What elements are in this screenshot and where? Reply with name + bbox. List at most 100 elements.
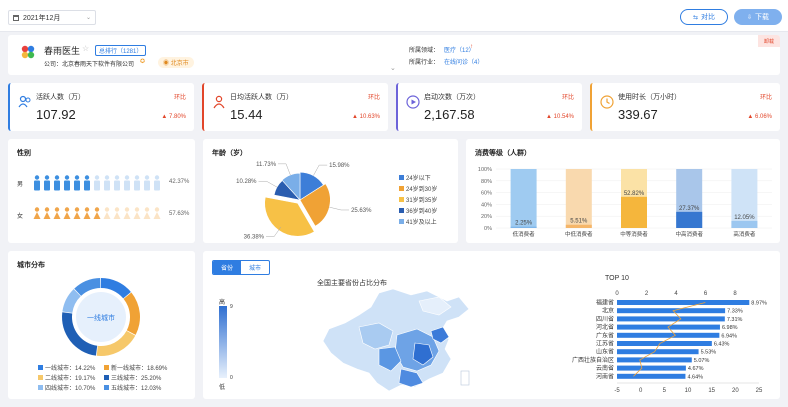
metric-value: 339.67 [618,107,658,122]
person-body [83,212,91,219]
city-legend-item[interactable]: 新一线城市：18.69% [104,363,167,372]
clock-icon [600,95,614,109]
download-button[interactable]: ⇩ 下载 [734,9,782,25]
person-icon [104,175,110,191]
person-head [74,207,80,212]
person-body [103,212,111,219]
legend-swatch [399,208,404,213]
person-head [114,207,120,212]
metric-card-active-users: 活跃人数（万） 107.92 环比 ▲ 7.80% [8,83,194,131]
person-icon [124,175,130,191]
top-axis-tick: 0 [615,291,619,297]
category-label: 河南省 [596,372,614,380]
legend-label: 41岁及以上 [406,220,437,226]
company-badge-icon: ✪ [140,59,146,65]
corner-ribbon: 卸载 [758,35,780,47]
person-body [44,180,50,191]
person-body [43,212,51,219]
legend-label: 新一线城市：18.69% [111,366,168,372]
download-label: 下载 [755,14,770,21]
age-legend-item[interactable]: 24岁到30岁 [399,184,437,193]
person-head [154,175,160,180]
compare-button[interactable]: ⇆ 对比 [680,9,728,25]
industry-value[interactable]: 在线问诊（4） [444,57,483,66]
legend-swatch [104,375,109,380]
person-body [113,212,121,219]
metric-change-value: 10.63% [359,114,380,120]
bar-value-label: 7.31% [727,317,743,323]
person-body [134,180,140,191]
bar-value-label: 5.53% [701,350,717,356]
city-legend: 一线城市：14.22% 新一线城市：18.69% 二线城市：19.17% 三线城市：2… [38,363,188,395]
rank-badge[interactable]: 总排行（1281） [95,45,147,56]
city-legend-item[interactable]: 一线城市：14.22% [38,363,95,372]
person-icon [84,175,90,191]
bar [617,341,712,346]
city-legend-item[interactable]: 二线城市：19.17% [38,373,95,382]
person-icon [134,175,140,191]
age-leader-line [258,180,278,188]
y-tick-label: 60% [481,191,492,197]
age-legend-item[interactable]: 41岁及以上 [399,217,437,226]
person-head [124,207,130,212]
bottom-axis-tick: 10 [685,388,692,394]
metric-change-value: 6.06% [754,114,772,120]
gender-value: 42.37% [169,179,190,185]
gender-label: 男 [17,182,24,188]
bar-value-label: 8.97% [751,301,767,307]
metric-card-launches: 启动次数（万次） 2,167.58 环比 ▲ 10.54% [396,83,582,131]
age-legend: 24岁以下 24岁到30岁 31岁到35岁 36岁到40岁 41岁及以上 [399,173,457,233]
category-label: 江苏省 [596,340,614,348]
y-tick-label: 100% [478,167,492,173]
bottom-axis-tick: 15 [708,388,715,394]
city-donut-chart [61,278,140,356]
bar-value-label: 5.07% [694,358,710,364]
city-legend-item[interactable]: 五线城市：12.03% [104,383,161,392]
metric-value: 107.92 [36,107,76,122]
person-icon [54,175,60,191]
person-head [124,175,130,180]
city-legend-item[interactable]: 四线城市：10.70% [38,383,95,392]
x-tick-label: 中低消费者 [565,230,593,238]
person-head [144,175,150,180]
legend-label: 一线城市：14.22% [45,366,96,372]
metric-value: 15.44 [230,107,263,122]
person-icon [44,175,50,191]
person-head [144,207,150,212]
calendar-icon [13,14,19,21]
company-name[interactable]: 北京春雨天下软件有限公司 [62,59,134,68]
age-legend-item[interactable]: 36岁到40岁 [399,206,437,215]
y-tick-label: 20% [481,214,492,220]
y-tick-label: 0% [484,226,492,232]
expand-icon[interactable]: ⌄ [390,64,396,72]
age-legend-item[interactable]: 24岁以下 [399,173,431,182]
date-picker[interactable]: 2021年12月 ⌄ [8,10,96,25]
bar-value-label: 7.33% [727,309,743,315]
legend-label: 24岁到30岁 [406,187,438,193]
donut-slice [123,292,140,335]
person-icon [133,207,141,219]
location-value: 北京市 [170,61,189,67]
metric-title: 活跃人数（万） [36,94,85,101]
person-icon [34,175,40,191]
legend-swatch [399,197,404,202]
star-icon[interactable]: ☆ [82,44,89,53]
person-head [74,175,80,180]
user-icon [212,95,226,109]
age-legend-item[interactable]: 31岁到35岁 [399,195,437,204]
x-tick-label: 中等消费者 [620,230,648,238]
location-icon: ◉ [163,61,170,67]
legend-label: 四线城市：10.70% [45,386,96,392]
bottom-axis-tick: -5 [614,388,620,394]
bottom-axis-tick: 25 [756,388,763,394]
city-legend-item[interactable]: 三线城市：25.20% [104,373,161,382]
bar-value-label: 12.05% [734,215,755,221]
metric-card-daily-active: 日均活跃人数（万） 15.44 环比 ▲ 10.63% [202,83,388,131]
top-axis-tick: 8 [733,291,737,297]
app-logo [20,44,36,60]
person-head [54,175,60,180]
metric-value: 2,167.58 [424,107,475,122]
age-card: 年龄（岁） 15.98% 25.63% 36.38% 10.28% 11.73% 24岁… [203,139,458,243]
person-head [154,207,160,212]
bar [617,373,686,379]
